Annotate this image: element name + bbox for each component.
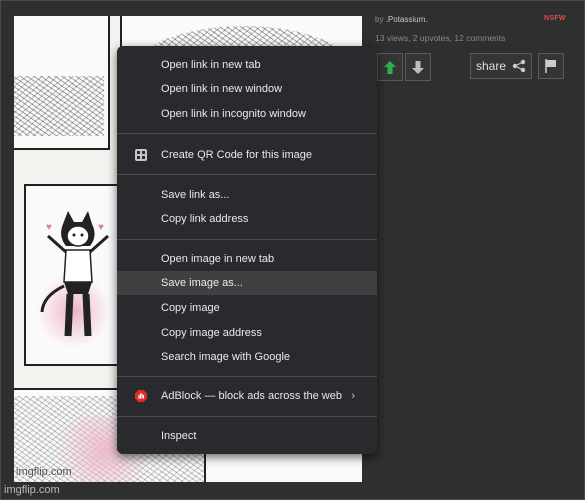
image-stats: 13 views, 2 upvotes, 12 comments bbox=[375, 33, 506, 43]
menu-item-copy-image[interactable]: Copy image bbox=[117, 296, 377, 320]
down-arrow-icon bbox=[412, 60, 424, 74]
menu-item-save-link-as[interactable]: Save link as... bbox=[117, 183, 377, 207]
menu-item-adblock[interactable]: AdBlock — block ads across the web › bbox=[117, 384, 377, 408]
image-watermark: imgflip.com bbox=[16, 466, 72, 478]
qr-code-icon bbox=[135, 149, 147, 161]
author-link[interactable]: .Potassium. bbox=[386, 15, 428, 24]
menu-separator bbox=[117, 416, 377, 417]
menu-item-open-link-incognito[interactable]: Open link in incognito window bbox=[117, 102, 377, 126]
svg-text:♥: ♥ bbox=[98, 222, 104, 233]
menu-item-save-image-as[interactable]: Save image as... bbox=[117, 271, 377, 295]
downvote-button[interactable] bbox=[405, 53, 431, 81]
share-label: share bbox=[475, 59, 507, 73]
menu-item-copy-link-address[interactable]: Copy link address bbox=[117, 207, 377, 231]
menu-item-open-image-new-tab[interactable]: Open image in new tab bbox=[117, 247, 377, 271]
menu-separator bbox=[117, 239, 377, 240]
menu-item-copy-image-address[interactable]: Copy image address bbox=[117, 321, 377, 345]
menu-separator bbox=[117, 174, 377, 175]
menu-item-label: Create QR Code for this image bbox=[161, 149, 313, 161]
share-icon bbox=[512, 59, 526, 73]
scribble-shading bbox=[14, 76, 104, 136]
byline: by .Potassium. bbox=[375, 15, 427, 24]
upvote-button[interactable] bbox=[377, 53, 403, 81]
menu-item-open-link-new-window[interactable]: Open link in new window bbox=[117, 77, 377, 101]
cat-girl-figure: ♥ ♥ bbox=[40, 211, 109, 337]
menu-separator bbox=[117, 376, 377, 377]
site-footer-label: imgflip.com bbox=[4, 484, 60, 496]
context-menu: Open link in new tab Open link in new wi… bbox=[117, 46, 377, 454]
menu-item-search-image-google[interactable]: Search image with Google bbox=[117, 345, 377, 369]
byline-prefix: by bbox=[375, 15, 384, 24]
svg-text:♥: ♥ bbox=[46, 222, 52, 233]
menu-separator bbox=[117, 133, 377, 134]
menu-item-inspect[interactable]: Inspect bbox=[117, 424, 377, 448]
adblock-icon bbox=[135, 390, 147, 402]
up-arrow-icon bbox=[384, 60, 396, 74]
flag-icon bbox=[545, 59, 556, 73]
chevron-right-icon: › bbox=[351, 390, 355, 402]
nsfw-badge: NSFW bbox=[544, 15, 566, 22]
flag-button[interactable] bbox=[538, 53, 564, 79]
menu-item-label: AdBlock — block ads across the web bbox=[161, 390, 342, 402]
menu-item-open-link-new-tab[interactable]: Open link in new tab bbox=[117, 53, 377, 77]
share-button[interactable]: share bbox=[470, 53, 532, 79]
menu-item-create-qr-code[interactable]: Create QR Code for this image bbox=[117, 143, 377, 167]
